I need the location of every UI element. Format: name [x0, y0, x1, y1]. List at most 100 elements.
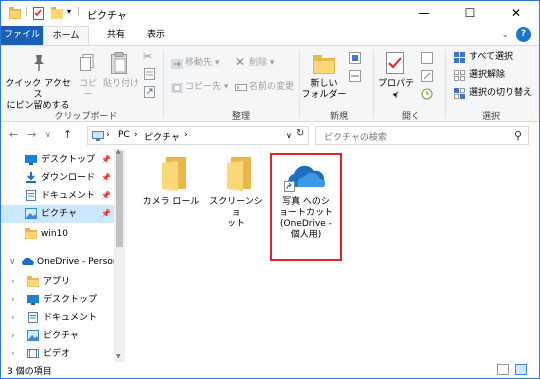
nav-item-od-videos[interactable]: › ビデオ	[1, 345, 114, 362]
quick-access-dropdown-icon[interactable]: ▾	[67, 7, 71, 20]
delete-button[interactable]: 削除 ▾	[249, 56, 274, 70]
new-folder-quick-icon[interactable]	[51, 7, 63, 20]
search-icon: ⚲	[513, 129, 522, 142]
close-button[interactable]: ✕	[493, 1, 539, 26]
tab-share[interactable]: 共有	[96, 26, 136, 45]
select-none-button[interactable]: 選択解除	[469, 68, 505, 82]
shortcut-arrow-icon	[284, 181, 295, 192]
nav-item-pictures[interactable]: ピクチャ 📌	[1, 205, 114, 223]
select-all-button[interactable]: すべて選択	[469, 50, 513, 64]
crumb-pictures[interactable]: ピクチャ	[144, 130, 180, 143]
nav-label: ドキュメント	[41, 191, 96, 201]
help-icon[interactable]: ?	[516, 27, 531, 42]
onedrive-shortcut-icon-wrap	[284, 161, 328, 193]
invert-selection-button[interactable]: 選択の切り替え	[469, 86, 532, 100]
pin-to-quick-access-button[interactable]: クイック アクセス にピン留めする	[3, 79, 73, 112]
folder-screenshots[interactable]: スクリーンショ ット	[205, 155, 267, 230]
nav-item-desktop[interactable]: デスクトップ 📌	[1, 151, 114, 169]
back-button[interactable]: ←	[9, 128, 18, 141]
tab-home[interactable]: ホーム	[43, 26, 89, 45]
copy-path-icon[interactable]	[144, 68, 155, 80]
explorer-window: | ▾ | ピクチャ — ☐ ✕ ファイル ホーム 共有 表示 ⌄ ? クイック…	[0, 0, 540, 379]
easy-access-icon[interactable]	[349, 70, 361, 82]
crumb-separator-3: ›	[184, 130, 188, 140]
expand-ribbon-icon[interactable]: ⌄	[501, 30, 509, 40]
address-dropdown-icon[interactable]: ∨	[286, 131, 292, 140]
nav-scrollbar[interactable]: ▲ ▼	[114, 148, 125, 362]
properties-quick-icon[interactable]	[33, 7, 44, 20]
address-bar[interactable]: › PC › ピクチャ › ∨	[87, 126, 309, 145]
new-folder-line2: フォルダー	[301, 90, 347, 100]
explorer-app-icon	[9, 7, 21, 19]
nav-item-od-desktop[interactable]: › デスクトップ	[1, 291, 114, 309]
nav-scrollbar-thumb[interactable]	[116, 151, 123, 247]
properties-icon	[386, 52, 404, 74]
cut-icon[interactable]: ✂	[143, 50, 152, 63]
tab-file[interactable]: ファイル	[1, 26, 43, 45]
rename-button[interactable]: 名前の変更	[249, 80, 294, 94]
forward-button[interactable]: →	[27, 128, 36, 141]
title-separator-2: |	[77, 7, 81, 17]
properties-dropdown-icon[interactable]: ▾	[389, 90, 401, 101]
new-item-icon[interactable]	[349, 52, 361, 64]
crumb-separator-2: ›	[134, 130, 138, 140]
folder-icon	[162, 157, 186, 191]
search-placeholder: ピクチャの検索	[324, 133, 387, 143]
refresh-icon[interactable]: ↻	[296, 128, 304, 139]
document-icon	[28, 312, 38, 323]
expand-chevron-icon[interactable]: ›	[11, 291, 15, 309]
ribbon-tabs: ファイル ホーム 共有 表示 ⌄ ?	[1, 26, 539, 45]
new-folder-icon	[313, 55, 335, 74]
paste-shortcut-icon[interactable]	[144, 86, 155, 98]
scroll-down-icon[interactable]: ▼	[116, 353, 121, 360]
item-label-line2: ット	[226, 219, 245, 229]
edit-icon[interactable]	[421, 70, 433, 82]
crumb-pc[interactable]: PC	[118, 130, 130, 140]
expand-chevron-icon[interactable]: ›	[11, 309, 15, 327]
history-icon[interactable]	[421, 88, 433, 100]
copy-to-icon	[171, 83, 183, 93]
clipboard-group-label: クリップボード	[54, 112, 118, 122]
nav-label: ピクチャ	[41, 209, 77, 219]
item-label-line1: 写真 へのシ	[282, 197, 330, 207]
tab-view[interactable]: 表示	[136, 26, 176, 45]
nav-item-downloads[interactable]: ダウンロード 📌	[1, 169, 114, 187]
nav-item-onedrive[interactable]: ∨ OneDrive - Persor	[1, 253, 114, 271]
item-label-line3: (OneDrive -	[280, 219, 332, 229]
large-icons-view-icon[interactable]	[515, 364, 527, 375]
recent-locations-icon[interactable]: ∨	[45, 130, 51, 139]
expand-chevron-icon[interactable]: ›	[11, 327, 15, 345]
expand-chevron-icon[interactable]: ›	[11, 273, 15, 291]
nav-label: ダウンロード	[41, 173, 96, 183]
nav-item-win10[interactable]: win10	[1, 225, 114, 243]
scroll-up-icon[interactable]: ▲	[116, 148, 121, 155]
nav-item-od-documents[interactable]: › ドキュメント	[1, 309, 114, 327]
pin-icon: 📌	[101, 191, 111, 200]
file-list: カメラ ロール スクリーンショ ット 写真 へのシ ョートカット (OneDri…	[125, 149, 539, 362]
details-view-icon[interactable]	[497, 364, 509, 375]
expand-chevron-icon[interactable]: ›	[11, 345, 15, 362]
collapse-chevron-icon[interactable]: ∨	[9, 253, 16, 271]
nav-label: ドキュメント	[43, 313, 98, 323]
new-folder-button[interactable]: 新しい フォルダー	[301, 79, 347, 101]
search-input[interactable]: ピクチャの検索 ⚲	[315, 126, 529, 145]
up-button[interactable]: ↑	[63, 128, 72, 141]
minimize-button[interactable]: —	[401, 1, 447, 26]
nav-item-apps[interactable]: › アプリ	[1, 273, 114, 291]
navigation-pane: デスクトップ 📌 ダウンロード 📌 ドキュメント 📌 ピクチャ 📌 win10 …	[1, 149, 125, 362]
select-group-label: 選択	[481, 112, 500, 122]
copy-to-button[interactable]: コピー先 ▾	[185, 80, 228, 94]
open-icon[interactable]	[421, 52, 433, 64]
new-folder-line1: 新しい	[310, 79, 338, 89]
nav-item-od-pictures[interactable]: › ピクチャ	[1, 327, 114, 345]
folder-camera-roll[interactable]: カメラ ロール	[141, 155, 201, 208]
move-to-button[interactable]: 移動先 ▾	[185, 56, 219, 70]
nav-item-documents[interactable]: ドキュメント 📌	[1, 187, 114, 205]
maximize-button[interactable]: ☐	[447, 1, 493, 26]
shortcut-onedrive-photos[interactable]: 写真 へのシ ョートカット (OneDrive - 個人用)	[270, 153, 342, 261]
paste-button[interactable]: 貼り付け	[103, 79, 139, 90]
folder-icon	[25, 228, 37, 239]
move-to-label: 移動先	[185, 58, 213, 68]
open-group-label: 開く	[401, 112, 420, 122]
copy-button[interactable]: コピー	[75, 79, 101, 101]
